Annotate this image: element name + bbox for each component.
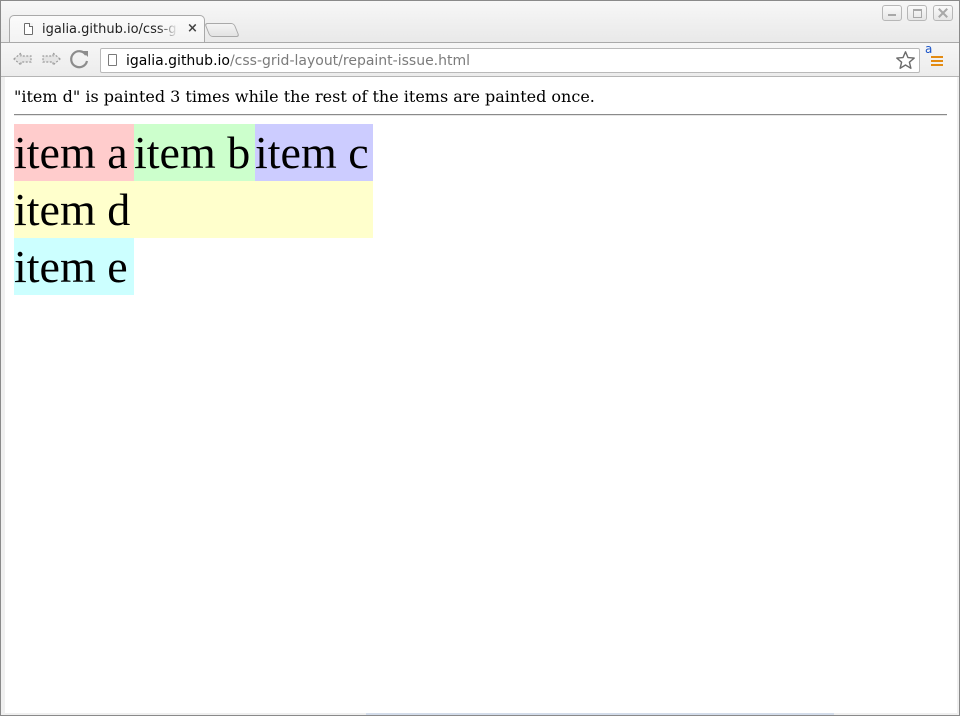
url-text: igalia.github.io/css-grid-layout/repaint… [126,53,470,69]
browser-toolbar: igalia.github.io/css-grid-layout/repaint… [1,42,959,77]
tab-title: igalia.github.io/css-grid-layout/repaint… [42,22,178,37]
horizontal-rule [14,114,947,116]
url-path: /css-grid-layout/repaint-issue.html [229,53,471,69]
tab-close-icon[interactable]: × [187,21,198,36]
new-tab-button[interactable] [204,23,240,37]
grid-item-b: item b [134,124,255,181]
scrollbar-thumb[interactable] [366,713,834,715]
grid-item-a: item a [14,124,134,181]
maximize-button[interactable] [907,5,927,21]
back-arrow-icon [13,51,32,67]
extension-button[interactable]: a [924,42,944,73]
back-button[interactable] [11,48,35,70]
browser-window: igalia.github.io/css-grid-layout/repaint… [0,0,960,716]
reload-button[interactable] [68,48,92,70]
url-host: igalia.github.io [126,53,230,69]
star-icon[interactable] [895,50,916,71]
title-bar: igalia.github.io/css-grid-layout/repaint… [1,1,959,42]
close-window-button[interactable] [933,5,953,21]
minimize-button[interactable] [882,5,902,21]
page-icon [24,23,33,35]
grid-item-d: item d [14,181,373,238]
grid-item-e: item e [14,238,134,295]
address-bar[interactable]: igalia.github.io/css-grid-layout/repaint… [100,48,920,73]
forward-button[interactable] [39,48,63,70]
page-icon [108,54,117,66]
menu-icon [931,56,943,68]
page-description: "item d" is painted 3 times while the re… [14,87,595,106]
page-viewport: "item d" is painted 3 times while the re… [5,77,957,713]
reload-icon [70,50,89,69]
active-tab[interactable]: igalia.github.io/css-grid-layout/repaint… [9,15,205,42]
grid-container: item a item b item c item d item e [14,124,373,295]
extension-icon: a [925,42,933,56]
grid-item-c: item c [255,124,373,181]
forward-arrow-icon [42,51,61,67]
